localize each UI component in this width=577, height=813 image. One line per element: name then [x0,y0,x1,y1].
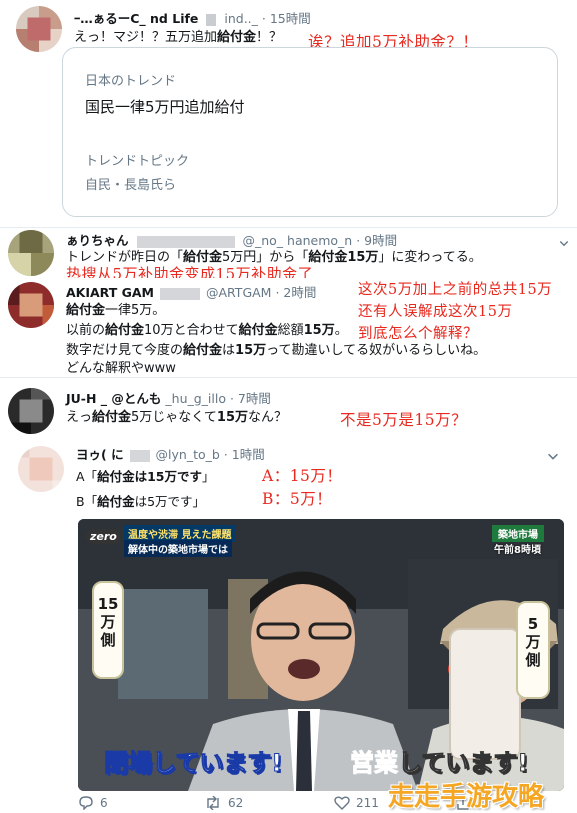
tv-screenshot-image[interactable]: zero 温度や渋滞 見えた課題 解体中の築地市場では 築地市場 午前8時頃 1… [78,519,564,791]
tweet-text: えっ！マジ！？五万追加給付金！？ [74,30,283,45]
avatar[interactable] [18,446,64,492]
option-a: A「給付金は15万です」 [76,469,215,484]
chevron-down-icon[interactable] [532,72,548,88]
avatar[interactable] [8,388,54,434]
tweet-3[interactable]: AKIART GAM @ARTGAM · 2時間 給付金一律5万。 以前の給付金… [0,278,577,378]
pixelated-avatar-image [8,230,54,276]
retweet-button[interactable]: 62 [204,796,243,810]
tweet-meta: ｰ…ぁるーC_ nd Life ind.._ · 15時間 [74,11,311,26]
sign-15-man-side: 15 万 側 [92,581,124,679]
chevron-down-icon[interactable] [558,234,570,247]
trend-topic-value: 自民・長島氏ら [85,178,177,193]
trend-label: 日本のトレンド [85,74,177,89]
pixelated-avatar-image [16,6,62,52]
tweet-meta: ヨゥ( に @lyn_to_b · 1時間 [76,447,265,462]
time-tag: 午前8時頃 [494,545,541,556]
avatar[interactable] [8,282,54,328]
pixelated-avatar-image [8,388,54,434]
channel-logo: zero [86,529,121,544]
top-banner-2: 解体中の築地市場では [124,540,232,557]
watermark: 走走手游攻略 [388,782,545,812]
handle[interactable]: @lyn_to_b [156,447,220,462]
username[interactable]: JU-H _ @とんも [66,391,161,406]
translation-note-1: 这次5万加上之前的总共15万 [358,282,553,298]
timestamp[interactable]: 2時間 [283,285,316,300]
blur-block [160,287,200,300]
timestamp[interactable]: 1時間 [232,447,265,462]
option-b: B「給付金は5万です」 [76,494,206,509]
translation-note-2: 还有人误解成这次15万 [358,304,513,320]
tweet-text-line-1: 給付金一律5万。 [66,303,166,318]
trend-title[interactable]: 国民一律5万円追加給付 [85,96,245,117]
tweet-2[interactable]: ぁりちゃん @_no_ hanemo_n · 9時間 トレンドが昨日の「給付金5… [0,228,577,283]
pixelated-avatar-image [18,446,64,492]
username[interactable]: AKIART GAM [66,285,154,300]
chevron-down-icon[interactable] [546,448,560,462]
username[interactable]: ヨゥ( に [76,447,124,462]
sign-5-man-side: 5 万 側 [516,601,550,699]
tweet-meta: AKIART GAM @ARTGAM · 2時間 [66,285,317,300]
tweet-text-line-2: 以前の給付金10万と合わせて給付金総額15万。 [66,323,348,338]
retweet-icon [207,796,219,810]
tweet-4[interactable]: JU-H _ @とんも _hu_g_illo · 7時間 えっ給付金5万じゃなく… [0,382,577,440]
reply-icon [79,796,93,810]
pixelated-avatar-image [8,282,54,328]
handle[interactable]: _hu_g_illo [165,391,226,406]
translation-note: 不是5万是15万？ [340,411,468,429]
tweet-text: えっ給付金5万じゃなくて15万なん？ [66,410,288,425]
tweet-meta: JU-H _ @とんも _hu_g_illo · 7時間 [66,391,271,406]
translation-note-a: A：15万！ [262,467,343,485]
timestamp[interactable]: 9時間 [364,233,397,248]
like-count: 211 [356,796,379,810]
caption-left: 閉場しています! [103,749,283,778]
username[interactable]: ｰ…ぁるーC_ nd Life [74,11,198,26]
handle[interactable]: @_no_ hanemo_n [242,233,352,248]
blur-block [129,449,150,462]
trend-card[interactable]: 日本のトレンド 国民一律5万円追加給付 トレンドトピック 自民・長島氏ら [62,47,558,217]
trend-topic-label: トレンドトピック [85,154,190,169]
tweet-text-line-4: どんな解釈やwww [66,361,176,376]
avatar[interactable] [16,6,62,52]
caption-right: 営業しています! [350,749,529,778]
translation-note-3: 到底怎么个解释？ [358,326,478,342]
retweet-count: 62 [228,796,244,810]
reply-count: 6 [100,796,108,810]
tweet-1[interactable]: ｰ…ぁるーC_ nd Life ind.._ · 15時間 えっ！マジ！？五万追… [0,0,577,228]
blur-block [206,13,217,26]
blur-block [136,235,235,248]
timestamp[interactable]: 15時間 [270,11,311,26]
heart-icon [334,796,350,810]
translation-note-b: B：5万！ [262,490,333,508]
reply-button[interactable]: 6 [78,796,108,810]
handle[interactable]: ind.._ [224,11,258,26]
username[interactable]: ぁりちゃん [66,233,129,248]
timestamp[interactable]: 7時間 [238,391,271,406]
handle[interactable]: @ARTGAM [206,285,272,300]
like-button[interactable]: 211 [334,796,379,810]
avatar[interactable] [8,230,54,276]
tweet-5[interactable]: ヨゥ( に @lyn_to_b · 1時間 A「給付金は15万です」 B「給付金… [0,440,577,813]
location-tag: 築地市場 [492,525,544,542]
